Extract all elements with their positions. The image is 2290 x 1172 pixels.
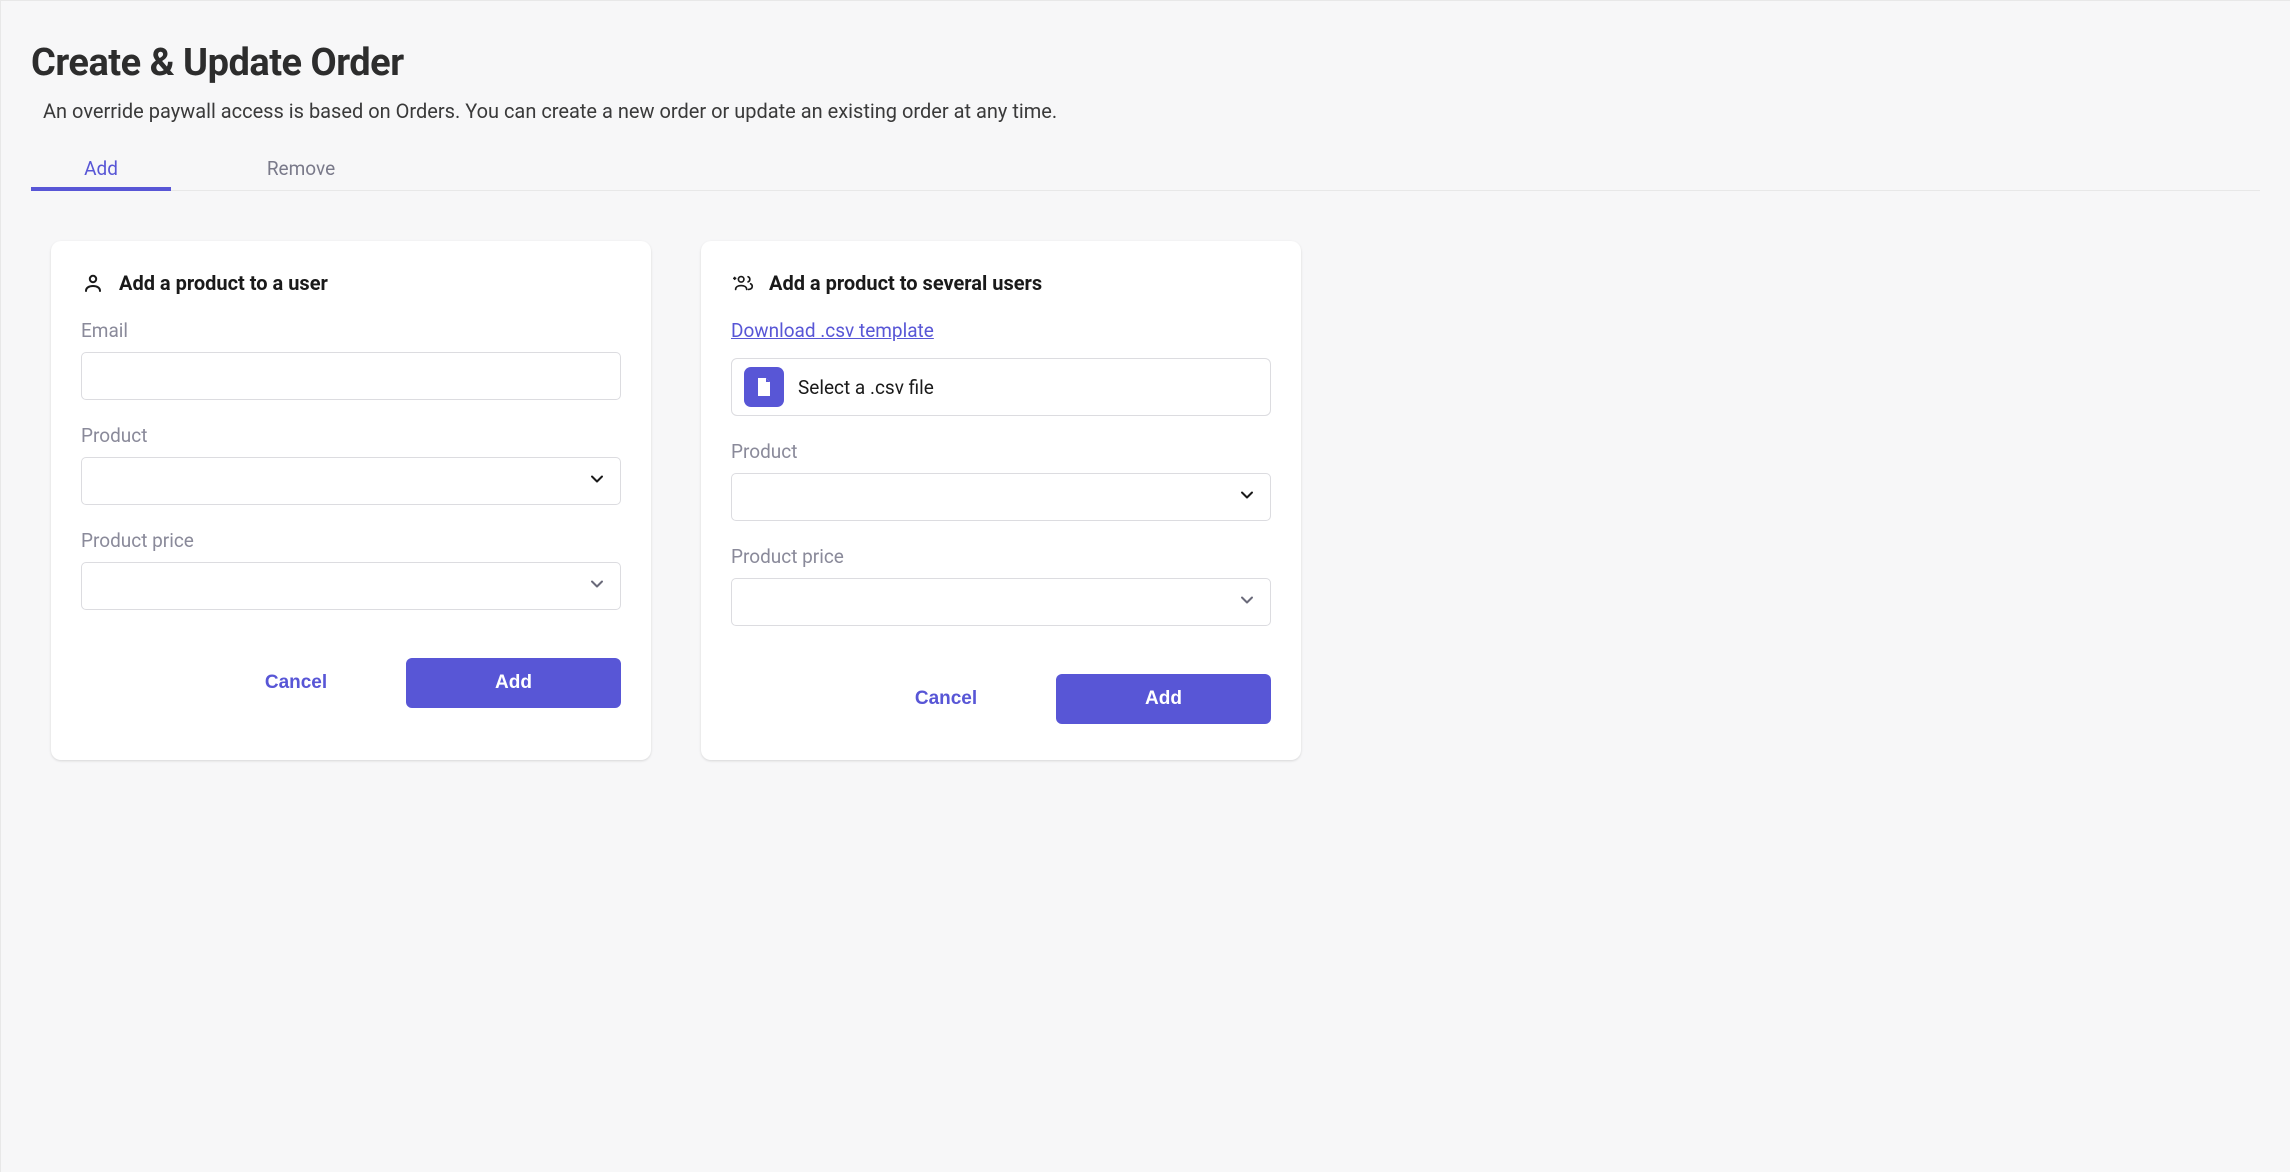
card-title: Add a product to a user — [119, 271, 328, 295]
product-group: Product — [81, 424, 621, 505]
email-group: Email — [81, 319, 621, 400]
download-csv-template-link[interactable]: Download .csv template — [731, 319, 934, 342]
tab-remove[interactable]: Remove — [231, 147, 371, 190]
add-button[interactable]: Add — [406, 658, 621, 708]
file-picker-label: Select a .csv file — [798, 376, 934, 399]
email-label: Email — [81, 319, 621, 342]
product-select[interactable] — [81, 457, 621, 505]
product-group: Product — [731, 440, 1271, 521]
card-actions: Cancel Add — [731, 674, 1271, 724]
card-header: Add a product to a user — [81, 271, 621, 295]
add-bulk-users-card: Add a product to several users Download … — [701, 241, 1301, 760]
page-container: Create & Update Order An override paywal… — [0, 0, 2290, 1172]
product-label: Product — [731, 440, 1271, 463]
cards-row: Add a product to a user Email Product Pr… — [31, 241, 2260, 760]
cancel-button[interactable]: Cancel — [836, 674, 1056, 724]
group-add-icon — [731, 271, 755, 295]
tabs: Add Remove — [31, 147, 2260, 191]
tab-add[interactable]: Add — [31, 147, 171, 190]
page-title: Create & Update Order — [31, 41, 2260, 85]
cancel-button[interactable]: Cancel — [186, 658, 406, 708]
price-group: Product price — [81, 529, 621, 610]
file-icon — [744, 367, 784, 407]
product-select-wrapper — [731, 473, 1271, 521]
price-select-wrapper — [731, 578, 1271, 626]
price-group: Product price — [731, 545, 1271, 626]
card-title: Add a product to several users — [769, 271, 1042, 295]
price-select[interactable] — [731, 578, 1271, 626]
card-actions: Cancel Add — [81, 658, 621, 708]
price-select[interactable] — [81, 562, 621, 610]
product-select-wrapper — [81, 457, 621, 505]
product-select[interactable] — [731, 473, 1271, 521]
price-label: Product price — [731, 545, 1271, 568]
price-select-wrapper — [81, 562, 621, 610]
page-description: An override paywall access is based on O… — [43, 99, 2260, 123]
card-header: Add a product to several users — [731, 271, 1271, 295]
add-button[interactable]: Add — [1056, 674, 1271, 724]
email-input[interactable] — [81, 352, 621, 400]
price-label: Product price — [81, 529, 621, 552]
person-icon — [81, 271, 105, 295]
add-single-user-card: Add a product to a user Email Product Pr… — [51, 241, 651, 760]
product-label: Product — [81, 424, 621, 447]
csv-file-picker[interactable]: Select a .csv file — [731, 358, 1271, 416]
